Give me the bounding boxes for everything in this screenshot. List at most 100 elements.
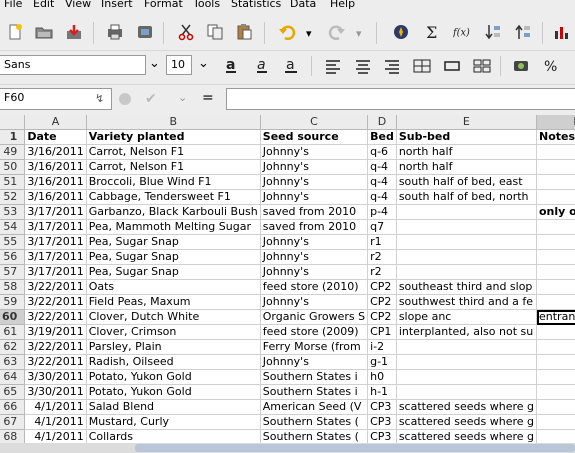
- cell[interactable]: Johnny's: [260, 144, 369, 160]
- underline-icon[interactable]: a: [281, 54, 303, 76]
- paste-icon[interactable]: [233, 21, 255, 43]
- cut-icon[interactable]: [175, 21, 197, 43]
- cell[interactable]: scattered seeds where g: [396, 399, 538, 415]
- cell[interactable]: only one car: [536, 204, 575, 220]
- header-cell[interactable]: Variety planted: [86, 129, 261, 145]
- save-icon[interactable]: [63, 21, 85, 43]
- cell[interactable]: CP2: [367, 309, 397, 325]
- new-document-icon[interactable]: [4, 21, 26, 43]
- currency-icon[interactable]: [510, 55, 532, 77]
- menu-tools[interactable]: Tools: [193, 0, 220, 10]
- cell[interactable]: [536, 354, 575, 370]
- cell[interactable]: Broccoli, Blue Wind F1: [86, 174, 261, 190]
- row-header[interactable]: 53: [0, 204, 26, 220]
- cell[interactable]: 4/1/2011: [24, 399, 87, 415]
- cell[interactable]: [536, 174, 575, 190]
- sort-ascending-icon[interactable]: [512, 21, 534, 43]
- italic-icon[interactable]: a: [252, 54, 274, 76]
- cell[interactable]: Radish, Oilseed: [86, 354, 261, 370]
- row-header[interactable]: 50: [0, 159, 26, 175]
- sum-icon[interactable]: Σ: [421, 21, 443, 43]
- cell[interactable]: Southern States (: [260, 414, 369, 430]
- open-folder-icon[interactable]: [33, 21, 55, 43]
- column-header[interactable]: E: [396, 115, 538, 130]
- cell[interactable]: [536, 249, 575, 265]
- menu-data[interactable]: Data: [290, 0, 316, 10]
- cell[interactable]: Carrot, Nelson F1: [86, 144, 261, 160]
- cell[interactable]: Carrot, Nelson F1: [86, 159, 261, 175]
- cell[interactable]: feed store (2009): [260, 324, 369, 340]
- row-header[interactable]: 66: [0, 399, 26, 415]
- cell[interactable]: Clover, Crimson: [86, 324, 261, 340]
- split-cells-icon[interactable]: [441, 55, 463, 77]
- cell[interactable]: p-4: [367, 204, 397, 220]
- cell[interactable]: scattered seeds where g: [396, 429, 538, 443]
- row-header[interactable]: 62: [0, 339, 26, 355]
- select-all-corner[interactable]: [0, 115, 26, 130]
- horizontal-scrollbar-thumb[interactable]: [135, 444, 575, 452]
- cell[interactable]: CP3: [367, 399, 397, 415]
- row-header[interactable]: 68: [0, 429, 26, 443]
- cell[interactable]: [396, 219, 538, 235]
- cell[interactable]: [536, 369, 575, 385]
- cell[interactable]: [536, 144, 575, 160]
- cell[interactable]: Garbanzo, Black Karbouli Bush: [86, 204, 261, 220]
- row-header[interactable]: 59: [0, 294, 26, 310]
- font-name-combo[interactable]: Sans: [0, 55, 146, 75]
- row-header[interactable]: 58: [0, 279, 26, 295]
- menu-insert[interactable]: Insert: [101, 0, 133, 10]
- active-cell[interactable]: entrance: [536, 309, 575, 325]
- row-header[interactable]: 63: [0, 354, 26, 370]
- row-header[interactable]: 52: [0, 189, 26, 205]
- header-cell[interactable]: Sub-bed: [396, 129, 538, 145]
- cell[interactable]: [396, 234, 538, 250]
- column-header[interactable]: C: [260, 115, 369, 130]
- row-header[interactable]: 54: [0, 219, 26, 235]
- cell[interactable]: q7: [367, 219, 397, 235]
- cell[interactable]: Salad Blend: [86, 399, 261, 415]
- cell[interactable]: q-4: [367, 189, 397, 205]
- formula-input[interactable]: [226, 88, 575, 110]
- header-cell[interactable]: Notes: [536, 129, 575, 145]
- cell[interactable]: CP2: [367, 279, 397, 295]
- cell[interactable]: 3/17/2011: [24, 264, 87, 280]
- menu-help[interactable]: Help: [330, 0, 355, 10]
- menu-statistics[interactable]: Statistics: [231, 0, 281, 10]
- cell[interactable]: saved from 2010: [260, 204, 369, 220]
- cell[interactable]: Collards: [86, 429, 261, 443]
- cell[interactable]: Johnny's: [260, 249, 369, 265]
- cell[interactable]: Ferry Morse (from: [260, 339, 369, 355]
- cell[interactable]: [536, 279, 575, 295]
- cell[interactable]: south half of bed, east: [396, 174, 538, 190]
- row-header[interactable]: 55: [0, 234, 26, 250]
- cell[interactable]: r1: [367, 234, 397, 250]
- cell[interactable]: Southern States i: [260, 369, 369, 385]
- cell[interactable]: Pea, Sugar Snap: [86, 234, 261, 250]
- cell[interactable]: Johnny's: [260, 294, 369, 310]
- undo-icon[interactable]: [276, 21, 298, 43]
- cell[interactable]: Johnny's: [260, 174, 369, 190]
- row-header[interactable]: 56: [0, 249, 26, 265]
- navigator-icon[interactable]: [390, 21, 412, 43]
- print-icon[interactable]: [104, 21, 126, 43]
- cell[interactable]: 3/22/2011: [24, 279, 87, 295]
- sort-descending-icon[interactable]: [482, 21, 504, 43]
- cell[interactable]: feed store (2010): [260, 279, 369, 295]
- cell[interactable]: [396, 354, 538, 370]
- cell[interactable]: south half of bed, north: [396, 189, 538, 205]
- cell[interactable]: north half: [396, 159, 538, 175]
- cell[interactable]: [396, 264, 538, 280]
- cell[interactable]: r2: [367, 249, 397, 265]
- cell[interactable]: 3/30/2011: [24, 369, 87, 385]
- cell[interactable]: 3/22/2011: [24, 294, 87, 310]
- cell[interactable]: Johnny's: [260, 189, 369, 205]
- cell[interactable]: Potato, Yukon Gold: [86, 369, 261, 385]
- cell[interactable]: saved from 2010: [260, 219, 369, 235]
- cell[interactable]: [536, 159, 575, 175]
- row-header[interactable]: 64: [0, 369, 26, 385]
- cell[interactable]: Cabbage, Tendersweet F1: [86, 189, 261, 205]
- cell[interactable]: h0: [367, 369, 397, 385]
- cell[interactable]: [396, 384, 538, 400]
- cell[interactable]: [536, 234, 575, 250]
- cell[interactable]: 3/17/2011: [24, 249, 87, 265]
